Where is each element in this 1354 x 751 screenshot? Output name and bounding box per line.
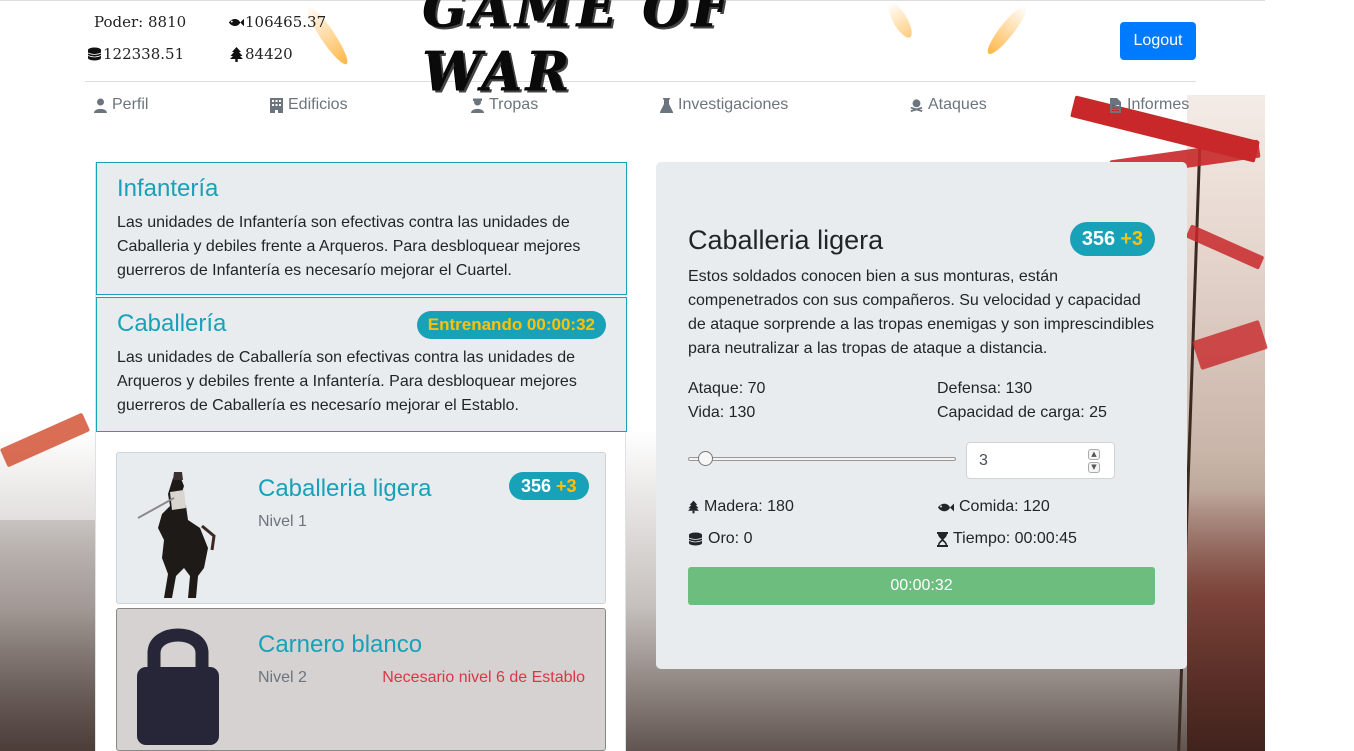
- power-value: Poder: 8810: [94, 13, 187, 31]
- nav-label: Edificios: [288, 96, 348, 113]
- troops-icon: [471, 98, 484, 113]
- fish-icon: [938, 503, 954, 511]
- tree-icon: [228, 46, 244, 62]
- quantity-slider[interactable]: [688, 450, 956, 468]
- unit-image-cavalry: [118, 454, 238, 602]
- category-caballeria[interactable]: Caballería Entrenando 00:00:32 Las unida…: [96, 297, 627, 432]
- unit-requirement: Necesario nivel 6 de Establo: [382, 669, 585, 686]
- power-stat: Poder: 8810: [94, 13, 186, 31]
- unit-card-caballeria-ligera[interactable]: Caballeria ligera Nivel 1 356 +3: [116, 452, 606, 604]
- category-description: Las unidades de Caballería son efectivas…: [117, 349, 577, 414]
- stepper-buttons[interactable]: ▲ ▼: [1088, 449, 1100, 473]
- cost-time-value: Tiempo: 00:00:45: [953, 530, 1077, 547]
- unit-count-badge: 356 +3: [509, 472, 589, 500]
- nav-label: Ataques: [928, 96, 987, 113]
- cost-time: Tiempo: 00:00:45: [937, 530, 1077, 548]
- stat-attack: Ataque: 70: [688, 380, 766, 397]
- quantity-input[interactable]: [967, 443, 1077, 478]
- nav-item-edificios[interactable]: Edificios: [270, 96, 348, 114]
- flask-icon: [660, 97, 673, 113]
- unit-name: Carnero blanco: [258, 631, 423, 658]
- header: Poder: 8810 106465.37 122338.51 84420 GA…: [85, 0, 1196, 104]
- food-stat: 106465.37: [228, 13, 326, 31]
- detail-count-plus: +3: [1120, 227, 1143, 250]
- unit-count-plus: +3: [556, 475, 577, 496]
- stat-life: Vida: 130: [688, 404, 756, 421]
- category-infanteria[interactable]: Infantería Las unidades de Infantería so…: [96, 162, 627, 295]
- slider-track[interactable]: [688, 457, 956, 461]
- training-badge: Entrenando 00:00:32: [416, 311, 606, 339]
- coins-icon: [688, 532, 703, 546]
- cost-food: Comida: 120: [937, 498, 1050, 516]
- cost-wood-value: Madera: 180: [704, 498, 794, 515]
- nav-label: Tropas: [489, 96, 539, 113]
- nav-item-perfil[interactable]: Perfil: [94, 96, 148, 114]
- stepper-down-icon[interactable]: ▼: [1088, 462, 1100, 473]
- nav-item-tropas[interactable]: Tropas: [471, 96, 538, 114]
- unit-level: Nivel 1: [258, 513, 307, 530]
- train-button[interactable]: 00:00:32: [688, 567, 1155, 605]
- skull-crossbones-icon: [910, 98, 923, 112]
- wood-stat: 84420: [228, 45, 293, 63]
- detail-count: 356: [1081, 227, 1116, 250]
- detail-title: Caballeria ligera: [688, 225, 884, 255]
- game-logo[interactable]: GAME OF WAR: [423, 0, 869, 104]
- category-title: Infantería: [117, 175, 219, 202]
- building-icon: [270, 97, 283, 113]
- stat-capacity: Capacidad de carga: 25: [937, 404, 1107, 421]
- unit-card-carnero-blanco[interactable]: Carnero blanco Nivel 2 Necesario nivel 6…: [116, 608, 606, 751]
- slider-thumb[interactable]: [698, 451, 714, 466]
- category-description: Las unidades de Infantería son efectivas…: [117, 214, 581, 279]
- main-nav: Perfil Edificios Tropas Investigaciones …: [85, 90, 1196, 124]
- nav-label: Investigaciones: [678, 96, 789, 113]
- cost-gold-value: Oro: 0: [708, 530, 753, 547]
- unit-count: 356: [521, 475, 552, 496]
- nav-item-investigaciones[interactable]: Investigaciones: [660, 96, 788, 114]
- logout-button[interactable]: Logout: [1120, 22, 1196, 60]
- unit-level: Nivel 2: [258, 669, 307, 686]
- food-value: 106465.37: [245, 13, 327, 31]
- nav-item-informes[interactable]: Informes: [1109, 96, 1189, 114]
- fish-icon: [228, 15, 244, 29]
- nav-label: Perfil: [112, 96, 149, 113]
- detail-description: Estos soldados conocen bien a sus montur…: [688, 268, 1155, 357]
- gold-stat: 122338.51: [86, 45, 184, 63]
- user-icon: [94, 98, 107, 113]
- coins-icon: [86, 47, 102, 61]
- gold-value: 122338.51: [103, 45, 185, 63]
- nav-item-ataques[interactable]: Ataques: [910, 96, 987, 114]
- nav-label: Informes: [1127, 96, 1190, 113]
- lock-icon: [118, 610, 238, 751]
- wood-value: 84420: [245, 45, 293, 63]
- cost-gold: Oro: 0: [688, 530, 752, 548]
- quantity-stepper[interactable]: ▲ ▼: [966, 442, 1115, 479]
- detail-count-badge: 356 +3: [1069, 222, 1155, 256]
- stepper-up-icon[interactable]: ▲: [1088, 449, 1100, 460]
- file-icon: [1110, 97, 1121, 113]
- background-warrior-shadow: [1187, 490, 1265, 751]
- troop-categories: Infantería Las unidades de Infantería so…: [95, 162, 627, 751]
- tree-icon: [688, 500, 699, 514]
- stat-defense: Defensa: 130: [937, 380, 1033, 397]
- hourglass-icon: [937, 531, 948, 547]
- unit-detail-panel: Caballeria ligera 356 +3 Estos soldados …: [656, 162, 1187, 669]
- cost-wood: Madera: 180: [688, 498, 794, 516]
- cost-food-value: Comida: 120: [959, 498, 1050, 515]
- unit-name: Caballeria ligera: [258, 475, 432, 502]
